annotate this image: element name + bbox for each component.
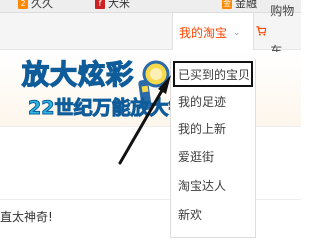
- annotation-arrow: [118, 75, 171, 165]
